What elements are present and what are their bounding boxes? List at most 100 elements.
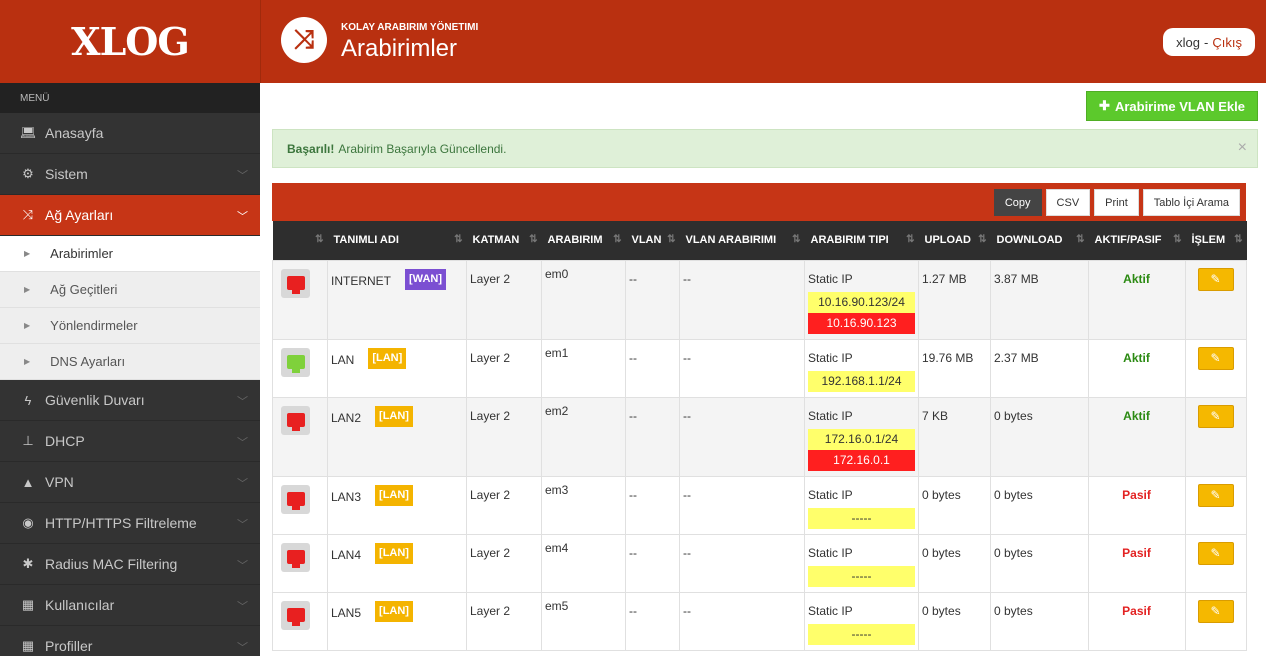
table-row: LAN5 [LAN] Layer 2 em5 -- -- Static IP ---… — [272, 591, 1247, 651]
menu-label: MENÜ — [0, 83, 260, 113]
edit-button[interactable]: ✎ — [1197, 599, 1234, 623]
sidebar-subitem-yonlendirmeler[interactable]: ▶ Yönlendirmeler — [0, 308, 260, 344]
layer-cell: Layer 2 — [466, 475, 542, 535]
edit-button[interactable]: ✎ — [1197, 483, 1234, 507]
vlan-iface-cell: -- — [679, 475, 805, 535]
sidebar-item-label: Sistem — [45, 166, 88, 182]
column-header-type[interactable]: ARABIRIM TIPI ⇅ — [805, 221, 919, 260]
port-cell — [272, 475, 328, 535]
column-header-vlan-iface[interactable]: VLAN ARABIRIMI ⇅ — [680, 221, 805, 260]
interface-badge: [LAN] — [375, 542, 413, 564]
column-header-icon[interactable]: ⇅ — [273, 221, 328, 260]
add-vlan-button[interactable]: ✚ Arabirime VLAN Ekle — [1086, 91, 1258, 121]
laptop-icon: 💻︎ — [20, 125, 37, 140]
upload-cell: 19.76 MB — [918, 338, 991, 398]
shuffle-icon: ⤨ — [22, 207, 34, 222]
chevron-down-icon: ﹀ — [237, 560, 248, 572]
upload-cell: 0 bytes — [918, 591, 991, 651]
success-alert: Başarılı! Arabirim Başarıyla Güncellendi… — [272, 129, 1258, 168]
sidebar-item-guvenlik-duvari[interactable]: ϟ Güvenlik Duvarı ﹀ — [0, 380, 260, 421]
page-header: ⤨ KOLAY ARABIRIM YÖNETIMI Arabirimler xl… — [260, 0, 1266, 83]
page-title: Arabirimler — [341, 35, 458, 62]
vlan-iface-cell: -- — [679, 591, 805, 651]
name-cell: LAN5 [LAN] — [327, 591, 467, 651]
sidebar-item-profiller[interactable]: ▦ Profiller ﹀ — [0, 626, 260, 656]
sidebar-subitem-ag-gecitleri[interactable]: ▶ Ağ Geçitleri — [0, 272, 260, 308]
column-header-iface[interactable]: ARABIRIM ⇅ — [542, 221, 626, 260]
sidebar-item-sistem[interactable]: ⚙ Sistem ﹀ — [0, 154, 260, 195]
table-header-row: ⇅ TANIMLI ADI ⇅ KATMAN ⇅ ARABIRIM ⇅ VLAN ⇅ V… — [272, 221, 1247, 260]
sidebar-subitem-label: DNS Ayarları — [50, 354, 126, 369]
column-header-name[interactable]: TANIMLI ADI ⇅ — [328, 221, 467, 260]
ip-cidr: ----- — [808, 565, 915, 587]
sidebar-item-label: Anasayfa — [45, 125, 104, 141]
ethernet-port-icon — [281, 600, 310, 630]
sidebar-subitem-dns-ayarlari[interactable]: ▶ DNS Ayarları — [0, 344, 260, 380]
sidebar-subitem-label: Yönlendirmeler — [50, 318, 138, 333]
interfaces-panel: Copy CSV Print Tablo İçi Arama ⇅ TANIMLI… — [272, 183, 1247, 656]
type-cell: Static IP ----- — [804, 533, 919, 593]
name-cell: INTERNET [WAN] — [327, 259, 467, 340]
table-search-button[interactable]: Tablo İçi Arama — [1142, 189, 1240, 216]
upload-cell: 0 bytes — [918, 533, 991, 593]
edit-icon: ✎ — [1210, 604, 1221, 618]
name-cell: LAN3 [LAN] — [327, 475, 467, 535]
name-cell: LAN2 [LAN] — [327, 396, 467, 477]
ip-cidr: ----- — [808, 507, 915, 529]
column-header-layer[interactable]: KATMAN ⇅ — [467, 221, 542, 260]
grid-icon: ▦ — [21, 597, 35, 612]
sidebar-item-http-filtreleme[interactable]: ◉ HTTP/HTTPS Filtreleme ﹀ — [0, 503, 260, 544]
sitemap-icon: ⊥ — [22, 433, 34, 448]
edit-button[interactable]: ✎ — [1197, 346, 1234, 370]
copy-button[interactable]: Copy — [993, 189, 1042, 216]
vlan-iface-cell: -- — [679, 533, 805, 593]
name-cell: LAN [LAN] — [327, 338, 467, 398]
sidebar-item-kullanicilar[interactable]: ▦ Kullanıcılar ﹀ — [0, 585, 260, 626]
csv-button[interactable]: CSV — [1045, 189, 1091, 216]
column-header-state[interactable]: AKTIF/PASIF ⇅ — [1089, 221, 1186, 260]
column-header-action[interactable]: İŞLEM ⇅ — [1186, 221, 1247, 260]
chevron-down-icon: ﹀ — [237, 437, 248, 449]
chevron-down-icon: ﹀ — [237, 211, 248, 223]
sort-icon: ⇅ — [454, 234, 463, 245]
sidebar-item-ag-ayarlari[interactable]: ⤨ Ağ Ayarları ﹀ — [0, 195, 260, 236]
edit-button[interactable]: ✎ — [1197, 541, 1234, 565]
plus-icon: ✚ — [1099, 98, 1110, 113]
layer-cell: Layer 2 — [466, 338, 542, 398]
cogs-icon: ⚙ — [22, 166, 34, 181]
download-cell: 0 bytes — [990, 475, 1089, 535]
table-row: LAN2 [LAN] Layer 2 em2 -- -- Static IP 172… — [272, 396, 1247, 477]
column-header-upload[interactable]: UPLOAD ⇅ — [919, 221, 991, 260]
sidebar-subitem-arabirimler[interactable]: ▶ Arabirimler — [0, 236, 260, 272]
sidebar-item-label: HTTP/HTTPS Filtreleme — [45, 515, 197, 531]
edit-button[interactable]: ✎ — [1197, 267, 1234, 291]
ip-cidr: 172.16.0.1/24 — [808, 428, 915, 450]
sort-icon: ⇅ — [667, 234, 676, 245]
action-cell: ✎ — [1185, 475, 1247, 535]
print-button[interactable]: Print — [1094, 189, 1139, 216]
sidebar-item-radius-mac[interactable]: ✱ Radius MAC Filtering ﹀ — [0, 544, 260, 585]
iface-cell: em3 — [541, 475, 626, 535]
ip-cidr: ----- — [808, 623, 915, 645]
action-cell: ✎ — [1185, 396, 1247, 477]
chevron-down-icon: ﹀ — [237, 519, 248, 531]
grid-icon: ▦ — [21, 638, 35, 653]
edit-icon: ✎ — [1210, 409, 1221, 423]
edit-button[interactable]: ✎ — [1197, 404, 1234, 428]
sidebar-item-dhcp[interactable]: ⊥ DHCP ﹀ — [0, 421, 260, 462]
action-cell: ✎ — [1185, 338, 1247, 398]
port-cell — [272, 591, 328, 651]
iface-cell: em0 — [541, 259, 626, 340]
column-header-vlan[interactable]: VLAN ⇅ — [626, 221, 680, 260]
logout-link[interactable]: Çıkış — [1212, 35, 1242, 50]
sidebar-item-vpn[interactable]: ▲ VPN ﹀ — [0, 462, 260, 503]
vlan-cell: -- — [625, 475, 680, 535]
close-icon[interactable]: × — [1238, 139, 1247, 157]
column-header-download[interactable]: DOWNLOAD ⇅ — [991, 221, 1089, 260]
sidebar: XLOG MENÜ 💻︎ Anasayfa ⚙ Sistem ﹀ ⤨ Ağ Ay… — [0, 0, 260, 656]
logo[interactable]: XLOG — [0, 0, 260, 83]
sidebar-item-anasayfa[interactable]: 💻︎ Anasayfa — [0, 113, 260, 154]
ip-cidr: 10.16.90.123/24 — [808, 291, 915, 313]
sidebar-item-label: VPN — [45, 474, 74, 490]
sidebar-subitem-label: Arabirimler — [50, 246, 113, 261]
